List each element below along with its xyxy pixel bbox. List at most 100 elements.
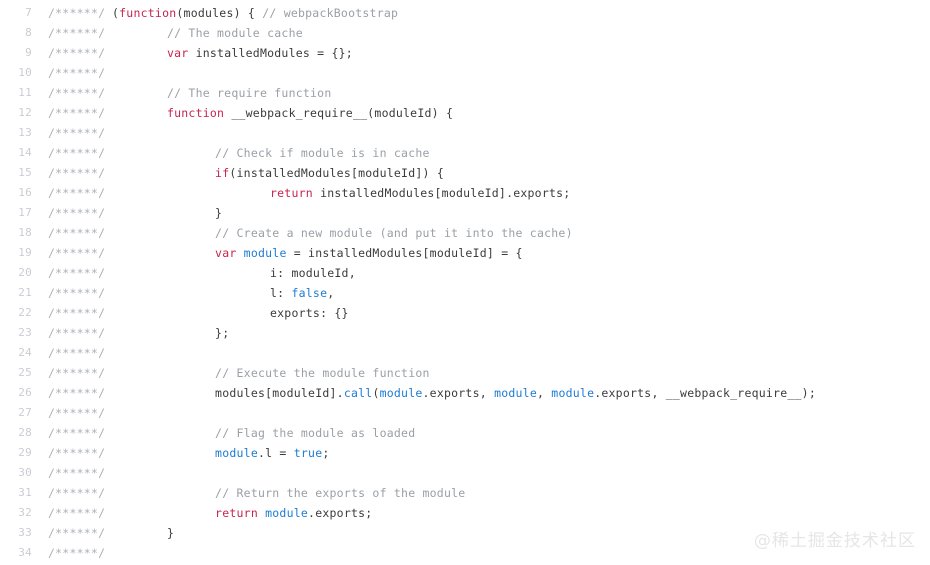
line-number: 24 [18, 346, 32, 359]
code-content: var installedModules = {}; [112, 43, 353, 63]
line-number: 34 [18, 546, 32, 559]
code-line: 24 /******/ [0, 343, 930, 363]
line-number: 10 [18, 66, 32, 79]
gutter-marker: /******/ [48, 86, 106, 100]
gutter-marker: /******/ [48, 546, 106, 560]
code-line: 29 /******/ module.l = true; [0, 443, 930, 463]
code-line: 10 /******/ [0, 63, 930, 83]
code-line: 13 /******/ [0, 123, 930, 143]
line-number: 12 [18, 106, 32, 119]
code-line: 22 /******/ exports: {} [0, 303, 930, 323]
code-line: 15 /******/ if(installedModules[moduleId])… [0, 163, 930, 183]
token-kw: return [215, 506, 258, 520]
code-line: 25 /******/ // Execute the module function [0, 363, 930, 383]
code-line: 23 /******/}; [0, 323, 930, 343]
gutter-marker: /******/ [48, 526, 106, 540]
code-content: // Flag the module as loaded [112, 423, 415, 443]
code-line: 14 /******/ // Check if module is in cache [0, 143, 930, 163]
code-content: if(installedModules[moduleId]) { [112, 163, 444, 183]
line-number: 7 [25, 6, 32, 19]
code-line: 28 /******/ // Flag the module as loaded [0, 423, 930, 443]
code-line: 16 /******/ return installedModules[module… [0, 183, 930, 203]
token-plain: , [327, 286, 335, 300]
token-plain: i: moduleId, [270, 266, 356, 280]
gutter-marker: /******/ [48, 426, 106, 440]
token-comment: // The module cache [166, 26, 303, 40]
gutter-marker: /******/ [48, 6, 106, 20]
code-line: 32 /******/ return module.exports; [0, 503, 930, 523]
line-number: 9 [25, 46, 32, 59]
token-plain: = installedModules[moduleId] = { [286, 246, 523, 260]
code-line: 11 /******/ // The require function [0, 83, 930, 103]
line-number: 8 [25, 26, 32, 39]
code-content: // The module cache [112, 23, 303, 43]
gutter-marker: /******/ [48, 66, 106, 80]
gutter-marker: /******/ [48, 386, 106, 400]
token-ident: false [291, 286, 328, 300]
gutter-marker: /******/ [48, 306, 106, 320]
gutter-marker: /******/ [48, 106, 106, 120]
token-plain: modules[moduleId]. [215, 386, 344, 400]
token-plain: ; [322, 446, 330, 460]
code-line: 17 /******/} [0, 203, 930, 223]
gutter-marker: /******/ [48, 146, 106, 160]
token-kw: var [166, 46, 189, 60]
token-plain: .exports; [308, 506, 373, 520]
line-number: 22 [18, 306, 32, 319]
code-line: 20 /******/ i: moduleId, [0, 263, 930, 283]
code-line: 8 /******/ // The module cache [0, 23, 930, 43]
gutter-marker: /******/ [48, 266, 106, 280]
code-content: } [112, 203, 222, 223]
token-kw: function [166, 106, 225, 120]
code-content: i: moduleId, [112, 263, 356, 283]
gutter-marker: /******/ [48, 486, 106, 500]
code-content: exports: {} [112, 303, 349, 323]
token-comment: // Execute the module function [215, 366, 430, 380]
line-number: 20 [18, 266, 32, 279]
token-ident: module [494, 386, 537, 400]
gutter-marker: /******/ [48, 206, 106, 220]
line-number: 21 [18, 286, 32, 299]
gutter-marker: /******/ [48, 366, 106, 380]
token-plain: __webpack_require__(moduleId) { [224, 106, 454, 120]
code-content: return module.exports; [112, 503, 372, 523]
code-content: // The require function [112, 83, 332, 103]
watermark: @稀土掘金技术社区 [753, 531, 916, 551]
token-kw: var [215, 246, 237, 260]
line-number: 17 [18, 206, 32, 219]
token-plain: l: [270, 286, 292, 300]
token-ident: call [343, 386, 373, 400]
token-ident: module [379, 386, 423, 400]
code-content: module.l = true; [112, 443, 330, 463]
line-number: 18 [18, 226, 32, 239]
token-ident: true [293, 446, 323, 460]
code-line: 18 /******/ // Create a new module (and pu… [0, 223, 930, 243]
code-line: 27 /******/ [0, 403, 930, 423]
gutter-marker: /******/ [48, 166, 106, 180]
code-content: modules[moduleId].call(module.exports, m… [112, 383, 816, 403]
token-plain: installedModules[moduleId].exports; [312, 186, 571, 200]
code-content: (function(modules) { // webpackBootstrap [112, 3, 398, 23]
code-line: 9 /******/ var installedModules = {}; [0, 43, 930, 63]
token-ident: module [243, 246, 287, 260]
gutter-marker: /******/ [48, 406, 106, 420]
code-viewer[interactable]: 7 /******/ (function(modules) { // webpack… [0, 0, 930, 565]
gutter-marker: /******/ [48, 506, 106, 520]
line-number: 31 [18, 486, 32, 499]
gutter-marker: /******/ [48, 246, 106, 260]
gutter-marker: /******/ [48, 326, 106, 340]
code-content: // Return the exports of the module [112, 483, 465, 503]
gutter-marker: /******/ [48, 46, 106, 60]
code-content: // Check if module is in cache [112, 143, 430, 163]
code-content: } [112, 523, 174, 543]
gutter-marker: /******/ [48, 346, 106, 360]
gutter-marker: /******/ [48, 226, 106, 240]
token-kw: function [119, 6, 177, 20]
token-kw: return [270, 186, 313, 200]
token-plain: exports: {} [270, 306, 349, 320]
code-line: 21 /******/ l: false, [0, 283, 930, 303]
token-plain: (modules) { [176, 6, 263, 20]
code-line: 7 /******/ (function(modules) { // webpack… [0, 3, 930, 23]
gutter-marker: /******/ [48, 446, 106, 460]
